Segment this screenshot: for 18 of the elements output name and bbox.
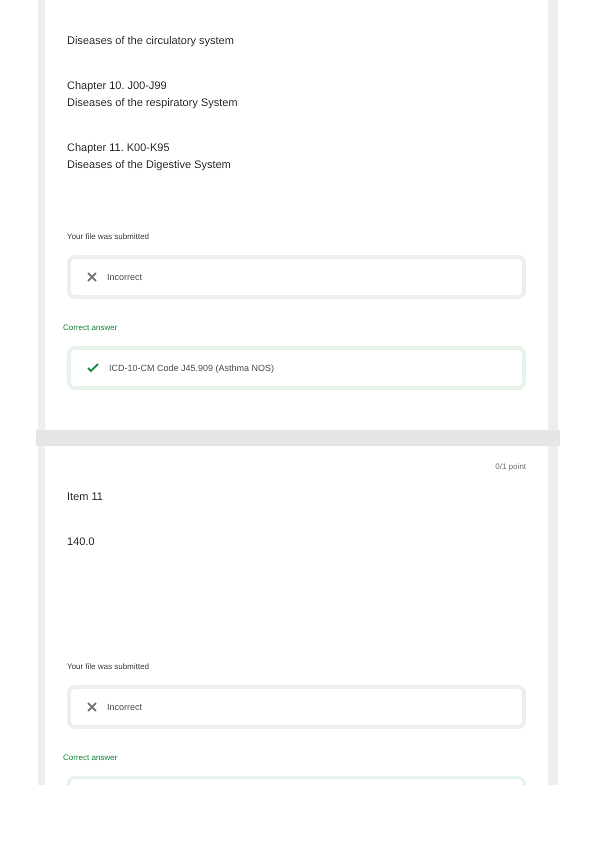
question-text: 140.0 [67, 535, 96, 550]
correct-answer-label: Correct answer [63, 753, 118, 762]
answer-field: Incorrect [67, 255, 526, 299]
check-icon [87, 362, 99, 374]
question-text: Diseases of the respiratory System [67, 96, 239, 111]
points-label: 0/1 point [495, 462, 526, 471]
close-icon [87, 272, 97, 282]
answer-label: Your file was submitted [67, 232, 150, 241]
question-text: Chapter 10. J00-J99 [67, 79, 168, 94]
correct-answer-label: Correct answer [63, 323, 118, 332]
question-text: Diseases of the Digestive System [67, 158, 232, 173]
question-text: Chapter 11. K00-K95 [67, 141, 171, 156]
answer-field: Incorrect [67, 685, 526, 729]
close-icon [87, 702, 97, 712]
correct-answer-field: ICD-10-CM Code J45.909 (Asthma NOS) [67, 346, 526, 390]
question-text: Diseases of the circulatory system [67, 34, 235, 49]
question-text: Item 11 [67, 490, 104, 505]
answer-label: Your file was submitted [67, 662, 150, 671]
